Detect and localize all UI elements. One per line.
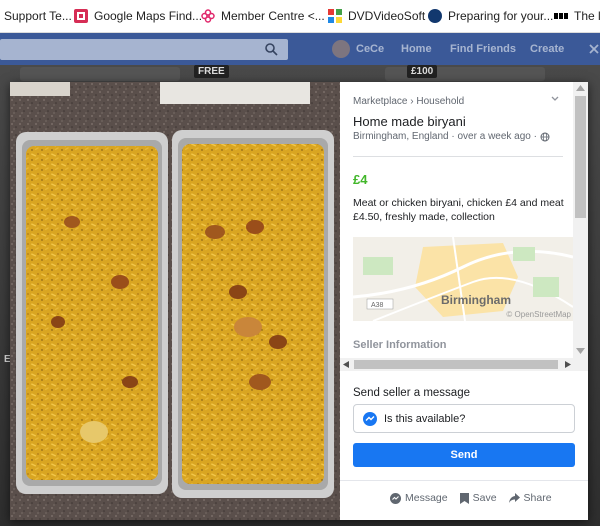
- nav-find-friends[interactable]: Find Friends: [450, 33, 516, 65]
- maps-icon: [74, 9, 88, 23]
- message-heading: Send seller a message: [353, 387, 470, 399]
- horizontal-scrollbar[interactable]: [340, 358, 588, 371]
- bookmark-preparing[interactable]: Preparing for your...: [428, 9, 553, 23]
- dvdvideosoft-icon: [328, 9, 342, 23]
- message-input[interactable]: Is this available?: [353, 404, 575, 433]
- listing-modal: Marketplace › Household Home made biryan…: [10, 82, 588, 520]
- close-icon[interactable]: [588, 33, 600, 65]
- share-button[interactable]: Share: [508, 492, 552, 504]
- profile-link[interactable]: CeCe: [332, 33, 384, 65]
- share-button-label: Share: [523, 492, 552, 504]
- search-input[interactable]: [0, 39, 288, 60]
- listing-meta: Birmingham, England · over a week ago ·: [353, 131, 550, 142]
- chevron-down-icon[interactable]: [550, 94, 560, 104]
- divider: [340, 480, 588, 481]
- facebook-top-bar: CeCe Home Find Friends Create: [0, 33, 600, 65]
- price-badge: £100: [407, 65, 438, 78]
- scroll-left-icon[interactable]: [343, 361, 349, 368]
- share-icon: [508, 493, 520, 503]
- bookmarks-bar: Support Te... Google Maps Find... Member…: [0, 0, 600, 33]
- nav-home[interactable]: Home: [401, 33, 432, 65]
- vertical-scrollbar[interactable]: [573, 82, 588, 358]
- bookmark-label: The la: [574, 9, 600, 23]
- bookmark-label: Google Maps Find...: [94, 9, 203, 23]
- bookmark-label: Preparing for your...: [448, 9, 554, 23]
- vertical-scroll-thumb[interactable]: [575, 96, 586, 218]
- message-button[interactable]: Message: [390, 492, 448, 504]
- profile-name: CeCe: [356, 43, 385, 55]
- listing-title: Home made biryani: [353, 114, 466, 129]
- member-centre-icon: [201, 9, 215, 23]
- scroll-right-icon[interactable]: [565, 361, 571, 368]
- bbc-icon: [554, 13, 568, 19]
- background-tile: [20, 67, 180, 81]
- biryani-photo: [10, 82, 340, 520]
- listing-photo: [10, 82, 340, 520]
- listing-description: Meat or chicken biryani, chicken £4 and …: [353, 197, 564, 223]
- message-input-value: Is this available?: [384, 412, 466, 425]
- save-button-label: Save: [472, 492, 497, 504]
- horizontal-scroll-thumb[interactable]: [354, 360, 558, 369]
- divider: [353, 156, 563, 157]
- save-button[interactable]: Save: [459, 492, 497, 504]
- map-city-label: Birmingham: [441, 293, 512, 307]
- bookmark-icon: [459, 492, 469, 504]
- listing-location[interactable]: Birmingham, England · over a week ago ·: [353, 131, 537, 142]
- details-scroll-area[interactable]: Marketplace › Household Home made biryan…: [340, 82, 588, 358]
- bookmark-label: DVDVideoSoft: [348, 9, 426, 23]
- listing-price: £4: [353, 172, 368, 187]
- globe-icon: [540, 132, 550, 141]
- listing-details-panel: Marketplace › Household Home made biryan…: [340, 82, 588, 520]
- messenger-icon: [363, 411, 377, 426]
- bookmark-bbc[interactable]: The la: [554, 9, 600, 23]
- bookmark-label: Member Centre <...: [221, 9, 325, 23]
- bookmark-dvdvideosoft[interactable]: DVDVideoSoft: [328, 9, 425, 23]
- map-road-label: A38: [371, 302, 384, 309]
- bookmark-label: Support Te...: [4, 9, 72, 23]
- free-badge: FREE: [194, 65, 229, 78]
- send-button[interactable]: Send: [353, 443, 575, 467]
- avatar: [332, 40, 350, 58]
- bookmark-google-maps[interactable]: Google Maps Find...: [74, 9, 202, 23]
- map-credit[interactable]: © OpenStreetMap: [506, 310, 571, 319]
- message-button-label: Message: [405, 492, 448, 504]
- scroll-down-icon[interactable]: [576, 348, 585, 354]
- search-icon: [265, 43, 278, 56]
- breadcrumb[interactable]: Marketplace › Household: [353, 96, 464, 107]
- nav-home-label: Home: [401, 43, 432, 55]
- listing-actions: Message Save Share: [390, 492, 552, 504]
- location-map[interactable]: A38 Birmingham © OpenStreetMap: [353, 237, 573, 321]
- messenger-icon: [390, 492, 401, 504]
- seller-information-heading: Seller Information: [353, 339, 447, 351]
- scroll-up-icon[interactable]: [576, 85, 585, 91]
- bookmark-member-centre[interactable]: Member Centre <...: [201, 9, 325, 23]
- prepare-icon: [428, 9, 442, 23]
- nav-find-friends-label: Find Friends: [450, 43, 516, 55]
- bookmark-support[interactable]: Support Te...: [4, 9, 72, 23]
- nav-create-label: Create: [530, 43, 565, 55]
- map-graphic: A38: [353, 237, 573, 321]
- nav-create[interactable]: Create: [530, 33, 564, 65]
